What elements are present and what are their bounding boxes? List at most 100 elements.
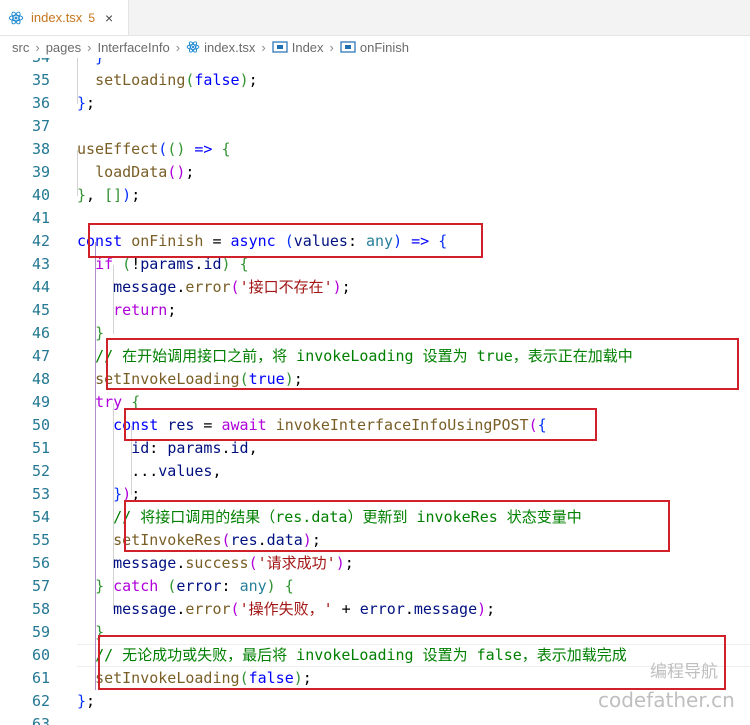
code-token: ) xyxy=(477,600,487,618)
code-token: . xyxy=(404,600,414,618)
breadcrumb-item[interactable]: InterfaceInfo xyxy=(97,40,169,55)
breadcrumb-item[interactable]: src xyxy=(12,40,29,55)
code-line[interactable]: 56 message.success('请求成功'); xyxy=(0,552,750,575)
problems-badge: 5 xyxy=(88,10,95,25)
line-number: 59 xyxy=(31,623,50,641)
code-line[interactable]: 40}, []); xyxy=(0,184,750,207)
code-token: } xyxy=(77,692,87,710)
code-token: ; xyxy=(131,186,141,204)
code-token: } xyxy=(113,485,123,503)
code-line[interactable]: 44 message.error('接口不存在'); xyxy=(0,276,750,299)
code-line[interactable]: 36}; xyxy=(0,92,750,115)
code-token: '请求成功' xyxy=(257,554,336,572)
code-token: ) xyxy=(239,71,249,89)
code-token: ; xyxy=(344,554,354,572)
line-number: 48 xyxy=(31,370,50,388)
code-editor[interactable]: 34 }35 setLoading(false);36};3738useEffe… xyxy=(0,58,750,725)
code-token: message xyxy=(413,600,478,618)
code-line[interactable]: 39 loadData(); xyxy=(0,161,750,184)
code-token: error xyxy=(359,600,405,618)
tab-filename: index.tsx xyxy=(31,10,83,25)
code-token: try xyxy=(95,393,123,411)
code-text: return; xyxy=(77,299,176,322)
code-token: error xyxy=(176,577,222,595)
close-icon[interactable]: × xyxy=(105,10,113,26)
code-token: setLoading xyxy=(95,71,186,89)
code-text: useEffect(() => { xyxy=(77,138,231,161)
code-text: } xyxy=(77,58,104,69)
line-number: 37 xyxy=(31,117,50,135)
tab-index-tsx[interactable]: index.tsx 5 × xyxy=(0,0,129,35)
code-token: ) xyxy=(332,278,342,296)
highlight-box xyxy=(124,500,670,552)
line-number: 61 xyxy=(31,669,50,687)
code-text: loadData(); xyxy=(77,161,194,184)
breadcrumb-item[interactable]: Index xyxy=(292,40,324,55)
breadcrumb-item[interactable]: index.tsx xyxy=(204,40,255,55)
code-line[interactable]: 63 xyxy=(0,713,750,725)
code-line[interactable]: 45 return; xyxy=(0,299,750,322)
line-number: 35 xyxy=(31,71,50,89)
code-token: ; xyxy=(341,278,351,296)
code-token: ; xyxy=(248,71,258,89)
code-token: ... xyxy=(131,462,159,480)
code-token: useEffect xyxy=(77,140,159,158)
code-token: '操作失败，' xyxy=(239,600,333,618)
code-token: , xyxy=(86,186,105,204)
code-text: }; xyxy=(77,92,95,115)
code-token: params xyxy=(167,439,222,457)
highlight-box xyxy=(88,223,483,258)
line-number: 45 xyxy=(31,301,50,319)
code-token: ; xyxy=(185,163,195,181)
code-token: id xyxy=(131,439,150,457)
line-number: 34 xyxy=(0,58,50,69)
tab-bar: index.tsx 5 × xyxy=(0,0,750,36)
code-token: ( xyxy=(230,600,240,618)
line-number: 57 xyxy=(31,577,50,595)
line-number: 60 xyxy=(31,646,50,664)
line-number: 58 xyxy=(31,600,50,618)
line-number: 44 xyxy=(31,278,50,296)
line-number: 62 xyxy=(31,692,50,710)
code-line[interactable]: 38 useEffect(() => { xyxy=(0,138,750,161)
code-token: : xyxy=(221,577,240,595)
code-token: id xyxy=(230,439,249,457)
code-text: message.error('接口不存在'); xyxy=(77,276,351,299)
code-token: ; xyxy=(86,94,96,112)
code-token: message xyxy=(113,600,177,618)
line-number: 63 xyxy=(31,715,50,725)
code-token: success xyxy=(185,554,249,572)
code-line[interactable]: 52 ...values, xyxy=(0,460,750,483)
code-line[interactable]: 57 } catch (error: any) { xyxy=(0,575,750,598)
breadcrumb-item[interactable]: onFinish xyxy=(360,40,409,55)
code-line[interactable]: 37 xyxy=(0,115,750,138)
line-number: 55 xyxy=(31,531,50,549)
code-token: : xyxy=(149,439,168,457)
line-number: 41 xyxy=(31,209,50,227)
code-token: values xyxy=(158,462,213,480)
symbol-variable-icon xyxy=(272,41,288,53)
react-icon xyxy=(186,41,200,53)
code-line[interactable]: 34 } xyxy=(0,58,750,69)
highlight-box xyxy=(106,338,739,390)
code-token: error xyxy=(185,278,231,296)
code-line[interactable]: 58 message.error('操作失败，' + error.message… xyxy=(0,598,750,621)
code-token: . xyxy=(221,439,231,457)
code-line[interactable]: 35 setLoading(false); xyxy=(0,69,750,92)
breadcrumb-item[interactable]: pages xyxy=(46,40,81,55)
code-token: message xyxy=(113,554,177,572)
breadcrumb: src › pages › InterfaceInfo › index.tsx … xyxy=(0,36,750,58)
code-token: => xyxy=(194,140,213,158)
